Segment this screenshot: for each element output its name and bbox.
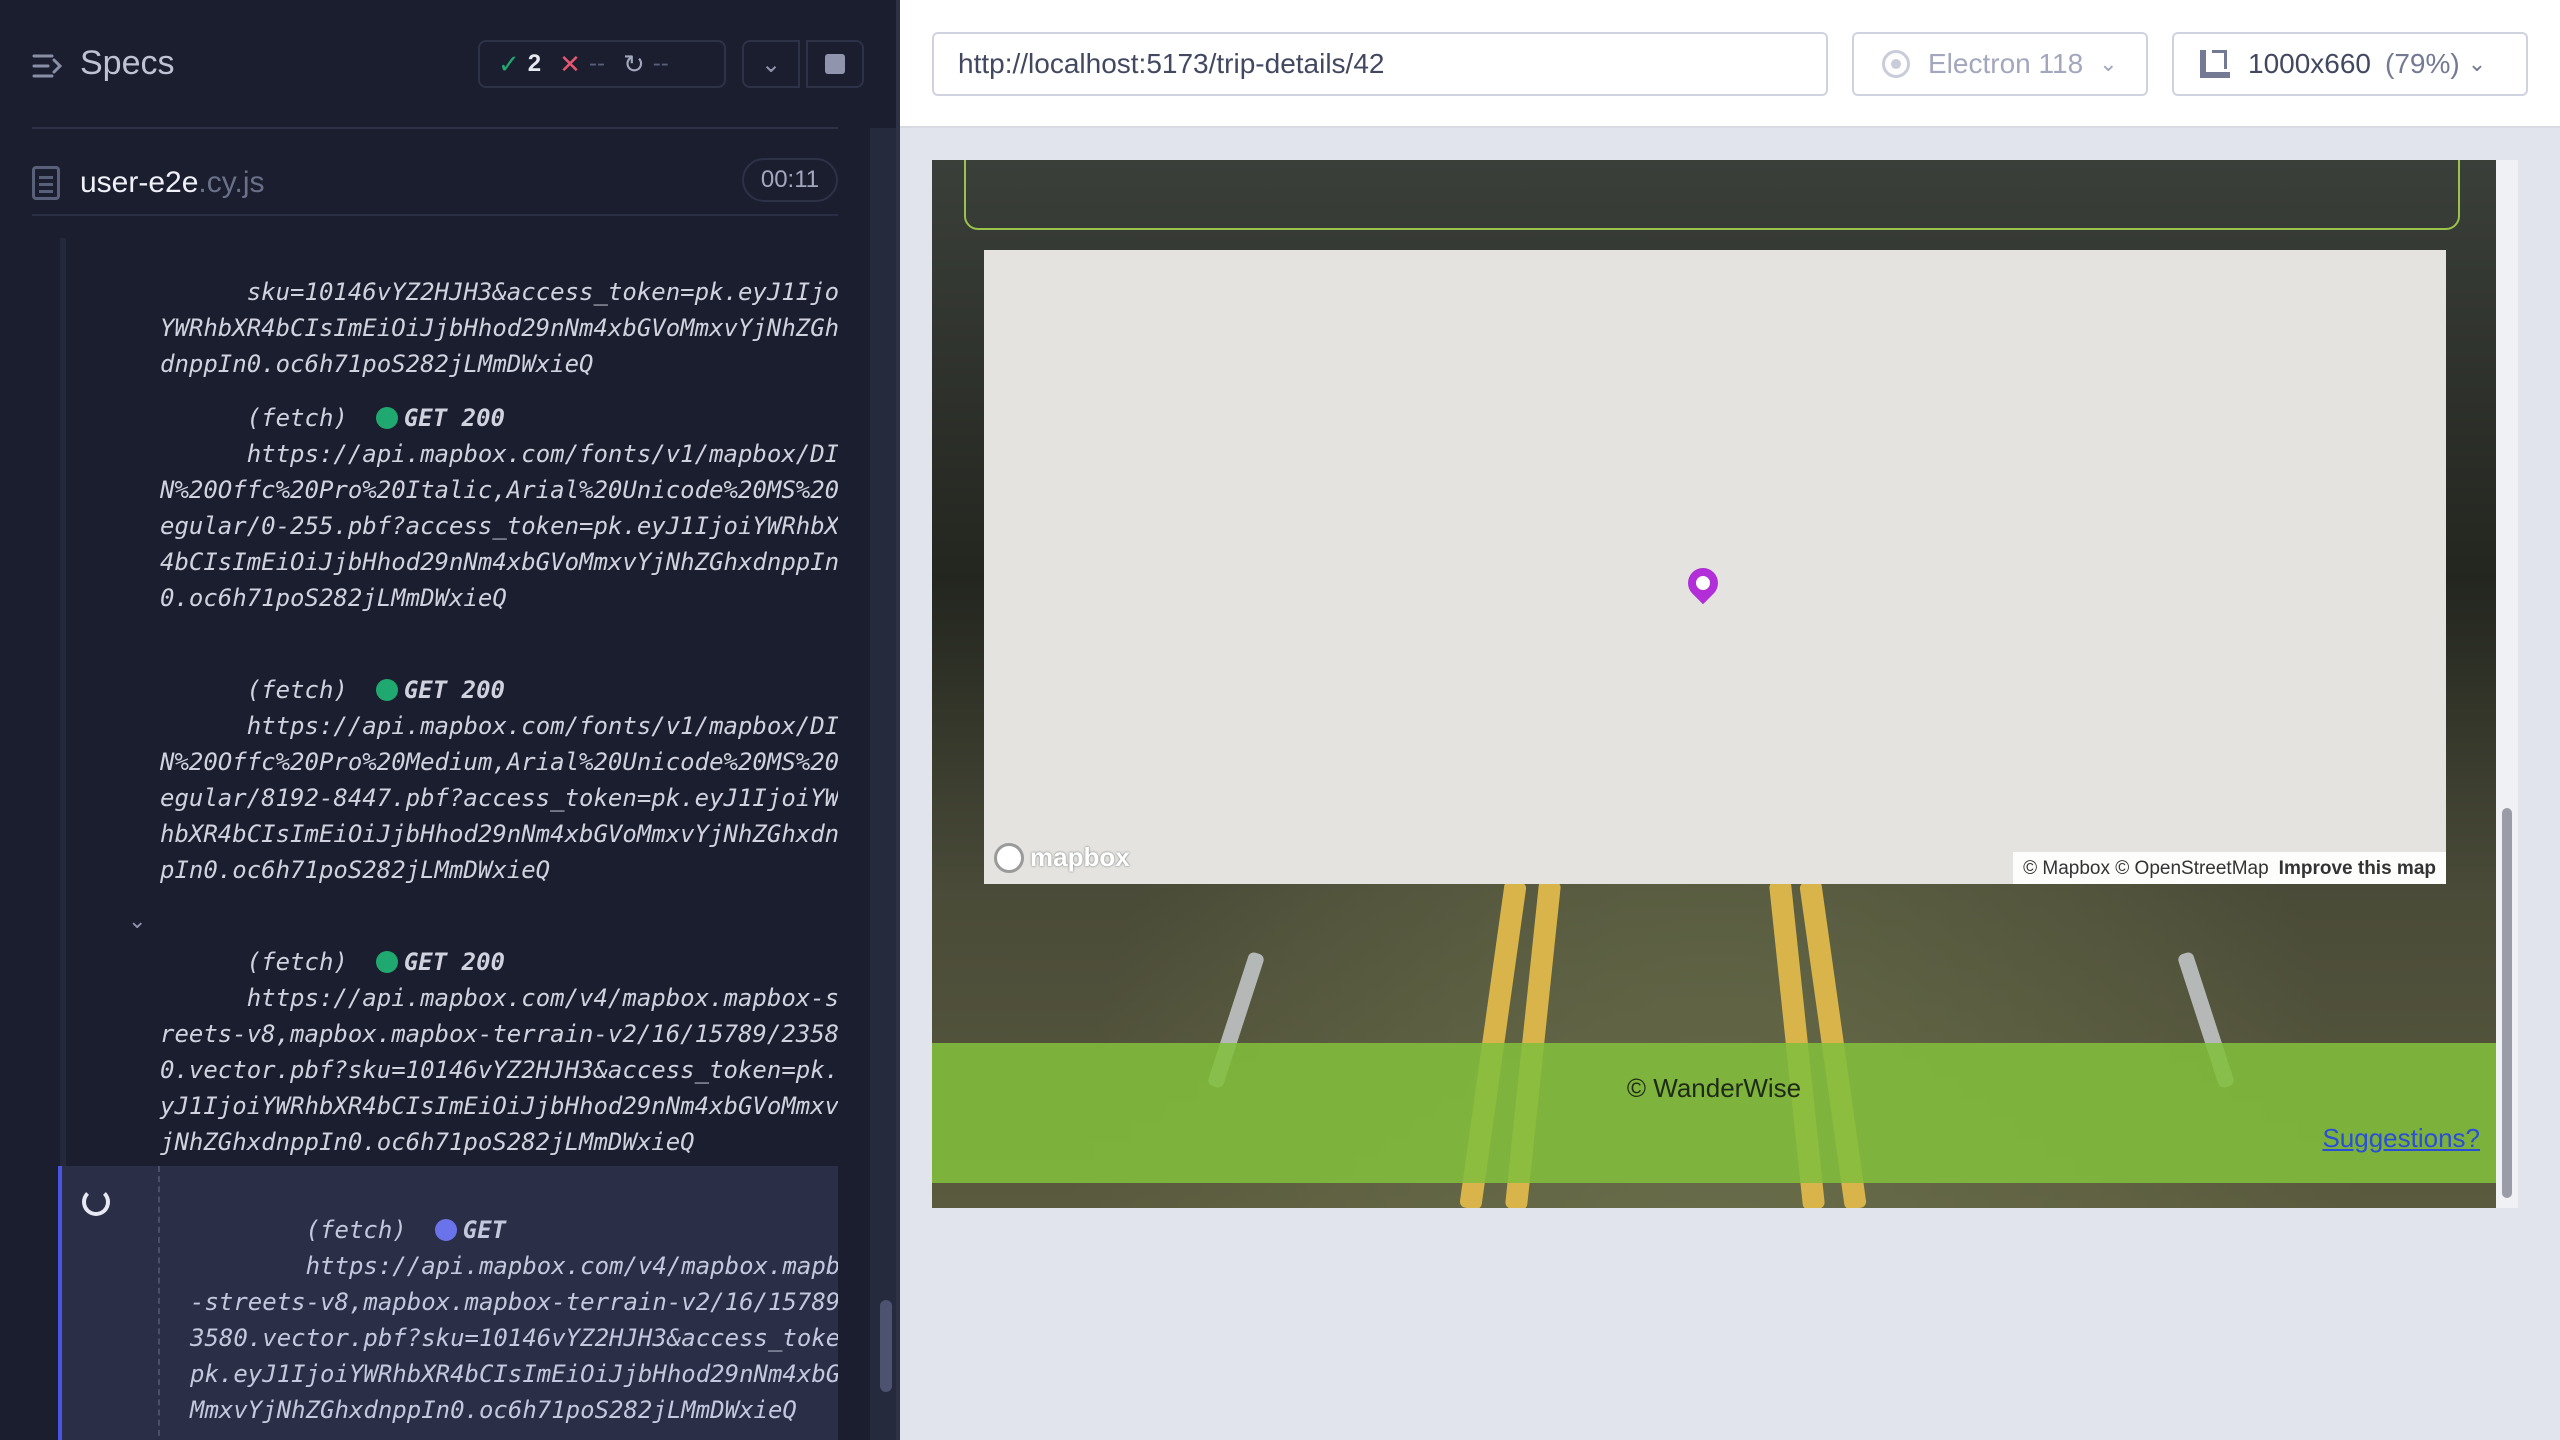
panel-divider[interactable] [896, 0, 900, 1440]
pending-count: -- [652, 50, 669, 77]
viewport-size: 1000x660 [2248, 48, 2372, 79]
specs-list-toggle-icon[interactable] [30, 48, 66, 84]
document-icon [32, 166, 60, 200]
scrollbar-thumb[interactable] [880, 1300, 892, 1392]
log-prefix: (fetch) [246, 676, 348, 704]
status-dot-icon [375, 951, 398, 973]
status-dot-icon [375, 679, 398, 701]
log-entry[interactable]: (fetch) GET 200 https://api.mapbox.com/fo… [160, 636, 838, 924]
chevron-down-icon: ⌄ [2467, 51, 2487, 76]
status-dot-icon [434, 1219, 457, 1241]
failed-stat: ✕ -- [559, 49, 605, 80]
log-prefix: (fetch) [246, 948, 348, 976]
command-log: sku=10146vYZ2HJH3&access_token=pk.eyJ1Ij… [32, 238, 838, 1440]
log-prefix: (fetch) [246, 404, 348, 432]
mapbox-logo-text: mapbox [1030, 842, 1130, 872]
test-stats: ✓ 2 ✕ -- ↻ -- [478, 40, 726, 88]
passed-count: 2 [527, 50, 542, 77]
site-footer: © WanderWise Suggestions? [932, 1043, 2496, 1183]
passed-stat: ✓ 2 [498, 49, 541, 80]
improve-map-link[interactable]: Improve this map [2279, 858, 2436, 879]
log-prefix: (fetch) [305, 1216, 407, 1244]
failed-count: -- [588, 50, 605, 77]
spinner-icon: ↻ [622, 48, 645, 79]
log-url: https://api.mapbox.com/v4/mapbox.mapbox-… [160, 984, 838, 1156]
log-entry-text: (fetch) GET https://api.mapbox.com/v4/map… [190, 1176, 838, 1440]
footer-copyright: © WanderWise [1626, 1073, 1802, 1103]
x-icon: ✕ [559, 48, 581, 79]
loading-spinner-icon [82, 1188, 110, 1216]
log-entry[interactable]: (fetch) GET 200 https://api.mapbox.com/v4… [160, 908, 838, 1196]
chevron-down-icon: ⌄ [760, 50, 782, 78]
runner-header: Specs ✓ 2 ✕ -- ↻ -- ⌄ [0, 0, 900, 129]
log-method: GET 200 [403, 404, 506, 432]
status-dot-icon [375, 407, 398, 429]
mapbox-logo-icon [994, 842, 1024, 873]
stop-button[interactable] [806, 40, 864, 88]
browser-label: Electron 118 [1928, 48, 2084, 79]
stop-icon [825, 54, 845, 74]
log-url: https://api.mapbox.com/fonts/v1/mapbox/D… [160, 712, 838, 884]
map-attribution: © Mapbox © OpenStreetMap Improve this ma… [2013, 852, 2446, 884]
viewport-scale: (79%) [2385, 48, 2460, 79]
scrollbar-thumb[interactable] [2502, 808, 2512, 1198]
viewport-icon [2200, 50, 2230, 78]
divider [32, 127, 838, 129]
active-log-entry[interactable]: (fetch) GET https://api.mapbox.com/v4/map… [58, 1166, 838, 1440]
log-method: GET [462, 1216, 507, 1244]
attribution-text[interactable]: © Mapbox © OpenStreetMap [2023, 858, 2269, 879]
duration-timer: 00:11 [742, 158, 838, 202]
log-url: https://api.mapbox.com/v4/mapbox.mapbox-… [190, 1252, 838, 1424]
spec-basename: user-e2e [80, 166, 199, 199]
trip-card [964, 160, 2460, 230]
specs-title[interactable]: Specs [80, 44, 175, 83]
log-entry[interactable]: (fetch) GET 200 https://api.mapbox.com/fo… [160, 364, 838, 652]
suggestions-link[interactable]: Suggestions? [2322, 1123, 2480, 1154]
pending-stat: ↻ -- [623, 49, 669, 80]
spec-extension: .cy.js [198, 166, 265, 199]
expand-chevron-icon[interactable]: ⌄ [128, 908, 146, 934]
log-method: GET 200 [403, 948, 506, 976]
mapbox-logo[interactable]: mapbox [994, 842, 1130, 873]
chevron-down-icon: ⌄ [2099, 51, 2118, 76]
nested-guide-line [158, 1166, 160, 1440]
log-url: https://api.mapbox.com/fonts/v1/mapbox/D… [160, 440, 838, 612]
spec-file-row[interactable]: user-e2e.cy.js 00:11 [32, 148, 838, 216]
log-method: GET 200 [403, 676, 506, 704]
aut-scrollbar[interactable] [2496, 160, 2518, 1208]
command-log-panel: Specs ✓ 2 ✕ -- ↻ -- ⌄ user-e2e.cy.js 00:… [0, 0, 900, 1440]
electron-icon [1882, 50, 1910, 78]
map-pin-icon[interactable] [1681, 561, 1725, 605]
collapse-all-button[interactable]: ⌄ [742, 40, 800, 88]
url-bar[interactable]: http://localhost:5173/trip-details/42 [932, 32, 1828, 96]
browser-selector[interactable]: Electron 118 ⌄ [1852, 32, 2148, 96]
viewport-selector[interactable]: 1000x660 (79%) ⌄ [2172, 32, 2528, 96]
map-canvas[interactable]: mapbox © Mapbox © OpenStreetMap Improve … [984, 250, 2446, 884]
check-icon: ✓ [498, 48, 520, 79]
app-under-test-frame: mapbox © Mapbox © OpenStreetMap Improve … [932, 160, 2496, 1208]
spec-filename: user-e2e.cy.js [80, 166, 265, 200]
aut-header: http://localhost:5173/trip-details/42 El… [900, 0, 2560, 128]
log-url: sku=10146vYZ2HJH3&access_token=pk.eyJ1Ij… [160, 278, 838, 378]
